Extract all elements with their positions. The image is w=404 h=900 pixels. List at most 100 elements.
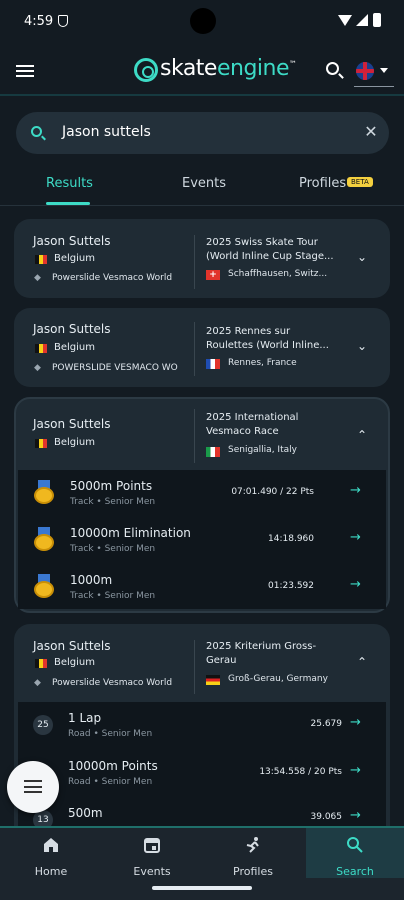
athlete-team: Powerslide Vesmaco World <box>52 678 173 688</box>
event-title: 2025 Swiss Skate Tour (World Inline Cup … <box>206 237 334 262</box>
arrow-right-icon[interactable]: → <box>350 483 361 498</box>
team-icon: ◆ <box>34 678 41 688</box>
result-value: 14:18.960 <box>268 534 314 544</box>
result-subtitle: Track • Senior Men <box>70 544 156 554</box>
chevron-down-icon[interactable] <box>380 68 388 73</box>
nav-events[interactable]: Events <box>112 836 192 879</box>
tab-results[interactable]: Results <box>46 176 93 191</box>
belgium-flag-icon <box>35 255 47 264</box>
language-flag-icon[interactable] <box>356 62 374 80</box>
nav-profiles[interactable]: Profiles <box>213 836 293 879</box>
skater-icon <box>246 837 259 853</box>
athlete-name: Jason Suttels <box>33 234 111 248</box>
wifi-icon <box>338 15 352 26</box>
results-list: 25 1 Lap Road • Senior Men 25.679 → 1000… <box>18 702 386 830</box>
result-subtitle: Road • Senior Men <box>68 729 153 739</box>
event-title: 2025 Rennes sur Roulettes (World Inline.… <box>206 326 329 351</box>
germany-flag-icon <box>206 675 220 685</box>
gold-medal-icon <box>34 574 54 598</box>
france-flag-icon <box>206 359 220 369</box>
nav-search[interactable]: Search <box>306 828 404 878</box>
result-title: 5000m Points <box>70 479 153 493</box>
tab-events[interactable]: Events <box>182 176 226 191</box>
search-value[interactable]: Jason suttels <box>62 124 151 140</box>
chevron-up-icon[interactable]: ⌃ <box>356 656 368 668</box>
clear-icon[interactable]: ✕ <box>362 123 380 141</box>
result-card[interactable]: Jason Suttels Belgium ◆ Powerslide Vesma… <box>14 219 390 298</box>
athlete-country: Belgium <box>54 437 95 448</box>
signal-icon <box>356 14 368 26</box>
divider <box>194 322 195 376</box>
search-icon <box>31 126 42 137</box>
athlete-name: Jason Suttels <box>33 639 111 653</box>
result-value: 01:23.592 <box>268 581 314 591</box>
search-icon <box>347 837 363 853</box>
nav-profiles-label: Profiles <box>233 865 273 878</box>
arrow-right-icon[interactable]: → <box>350 577 361 592</box>
app-logo: skateengine™ <box>160 56 297 81</box>
athlete-country: Belgium <box>54 342 95 353</box>
gold-medal-icon <box>34 480 54 504</box>
event-title: 2025 Kriterium Gross-Gerau <box>206 641 317 666</box>
athlete-name: Jason Suttels <box>33 417 111 431</box>
chevron-down-icon[interactable]: ⌄ <box>356 340 368 352</box>
belgium-flag-icon <box>35 344 47 353</box>
belgium-flag-icon <box>35 439 47 448</box>
result-title: 1 Lap <box>68 711 102 725</box>
result-card[interactable]: Jason Suttels Belgium ◆ POWERSLIDE VESMA… <box>14 308 390 387</box>
event-location: Groß-Gerau, Germany <box>228 674 328 684</box>
gesture-bar <box>152 886 252 890</box>
search-input[interactable]: Jason suttels ✕ <box>16 112 389 154</box>
status-bar: 4:59 <box>0 0 404 44</box>
search-icon[interactable] <box>326 62 339 75</box>
beta-badge: BETA <box>347 177 373 187</box>
nav-home[interactable]: Home <box>11 836 91 879</box>
result-title: 10000m Points <box>68 759 158 773</box>
tab-indicator <box>46 202 90 205</box>
logo-icon <box>134 58 158 82</box>
tab-profiles[interactable]: Profiles <box>299 176 346 191</box>
result-subtitle: Track • Senior Men <box>70 497 156 507</box>
gold-medal-icon <box>34 527 54 551</box>
arrow-right-icon[interactable]: → <box>350 763 361 778</box>
event-title: 2025 International Vesmaco Race <box>206 412 299 437</box>
app-bar: skateengine™ <box>0 44 404 96</box>
result-value: 25.679 <box>310 719 343 729</box>
status-time: 4:59 <box>24 14 54 29</box>
team-icon: ◆ <box>34 363 41 373</box>
arrow-right-icon[interactable]: → <box>350 808 361 823</box>
nav-events-label: Events <box>133 865 171 878</box>
rank-badge: 25 <box>33 715 53 735</box>
result-subtitle: Road • Senior Men <box>68 777 153 787</box>
event-location: Senigallia, Italy <box>228 445 297 455</box>
chevron-up-icon[interactable]: ⌃ <box>356 429 368 441</box>
fab-menu-button[interactable] <box>7 761 59 813</box>
results-list: 5000m Points Track • Senior Men 07:01.49… <box>18 470 386 609</box>
tab-bar: Results Events Profiles BETA <box>0 170 404 206</box>
battery-icon <box>373 13 381 27</box>
nav-home-label: Home <box>34 865 68 878</box>
chevron-down-icon[interactable]: ⌄ <box>356 251 368 263</box>
calendar-icon <box>144 838 160 853</box>
athlete-team: POWERSLIDE VESMACO WO <box>52 363 178 373</box>
menu-icon[interactable] <box>16 65 34 77</box>
result-value: 07:01.490 / 22 Pts <box>231 487 314 497</box>
divider <box>194 409 195 463</box>
arrow-right-icon[interactable]: → <box>350 530 361 545</box>
logo-text-right: engine <box>216 56 290 81</box>
nav-search-label: Search <box>336 865 374 878</box>
arrow-right-icon[interactable]: → <box>350 715 361 730</box>
menu-icon <box>24 780 42 793</box>
athlete-name: Jason Suttels <box>33 322 111 336</box>
language-underline <box>354 86 394 87</box>
team-icon: ◆ <box>34 273 41 283</box>
logo-text-left: skate <box>160 56 217 81</box>
result-title: 1000m <box>70 573 113 587</box>
result-subtitle: Track • Senior Men <box>70 591 156 601</box>
divider <box>194 640 195 694</box>
belgium-flag-icon <box>35 659 47 668</box>
result-value: 13:54.558 / 20 Pts <box>259 767 342 777</box>
switzerland-flag-icon: + <box>206 270 220 280</box>
athlete-country: Belgium <box>54 657 95 668</box>
result-value: 39.065 <box>310 812 343 822</box>
